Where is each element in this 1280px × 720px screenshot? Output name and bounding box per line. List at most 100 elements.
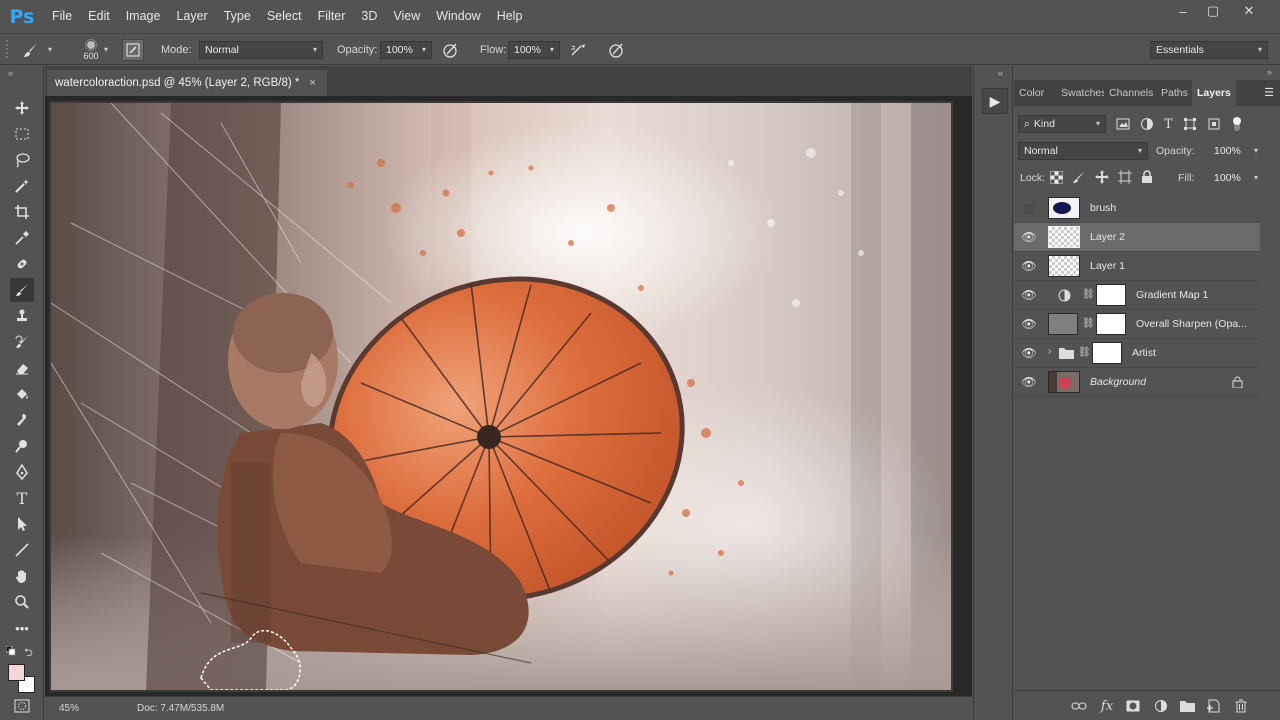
menu-help[interactable]: Help — [489, 0, 531, 33]
clone-stamp-tool-icon[interactable] — [10, 304, 34, 328]
zoom-level[interactable]: 45% — [59, 703, 119, 714]
document-info[interactable]: Doc: 7.47M/535.8M — [137, 703, 224, 714]
eye-icon[interactable]: 👁 — [1021, 317, 1037, 331]
crop-tool-icon[interactable] — [10, 200, 34, 224]
default-colors-icon[interactable] — [5, 645, 16, 656]
link-layers-icon[interactable] — [1070, 697, 1088, 715]
eraser-tool-icon[interactable] — [10, 356, 34, 380]
eye-icon[interactable]: 👁 — [1021, 346, 1037, 360]
layer-row-layer-1[interactable]: 👁 Layer 1 — [1014, 252, 1260, 281]
layer-name[interactable]: Layer 1 — [1090, 252, 1125, 281]
menu-window[interactable]: Window — [428, 0, 488, 33]
lock-position-icon[interactable] — [1095, 170, 1109, 184]
healing-brush-tool-icon[interactable] — [10, 252, 34, 276]
pixel-filter-icon[interactable] — [1116, 118, 1130, 130]
layer-name[interactable]: Layer 2 — [1090, 223, 1125, 252]
line-tool-icon[interactable] — [10, 538, 34, 562]
layer-row-artist-group[interactable]: 👁 › ⛓ Artist — [1014, 339, 1260, 368]
foreground-color-swatch[interactable] — [8, 664, 25, 681]
visibility-off-toggle[interactable] — [1024, 204, 1034, 214]
magic-wand-tool-icon[interactable] — [10, 174, 34, 198]
lock-all-icon[interactable] — [1141, 170, 1153, 184]
document-tab[interactable]: watercoloraction.psd @ 45% (Layer 2, RGB… — [47, 70, 327, 96]
brush-size-caret-icon[interactable]: ▾ — [104, 34, 108, 65]
adjustment-filter-icon[interactable] — [1140, 117, 1154, 131]
menu-view[interactable]: View — [385, 0, 428, 33]
layer-effects-icon[interactable]: fx — [1098, 697, 1116, 715]
layer-row-background[interactable]: 👁 Background — [1014, 368, 1260, 397]
mode-dropdown[interactable]: Normal ▾ — [199, 41, 323, 59]
menu-edit[interactable]: Edit — [80, 0, 118, 33]
collapse-panel-icon[interactable]: » — [1267, 67, 1272, 77]
layer-name[interactable]: Overall Sharpen (Opa... — [1136, 310, 1258, 339]
tab-paths[interactable]: Paths — [1156, 80, 1192, 106]
hand-tool-icon[interactable] — [10, 564, 34, 588]
layer-row-gradient-map-1[interactable]: 👁 ⛓ Gradient Map 1 — [1014, 281, 1260, 310]
tab-layers[interactable]: Layers — [1192, 80, 1236, 106]
tab-channels[interactable]: Channels — [1104, 80, 1156, 106]
airbrush-icon[interactable] — [568, 39, 590, 61]
layer-name[interactable]: Artist — [1132, 339, 1156, 368]
tab-color[interactable]: Color — [1014, 80, 1056, 106]
filter-kind-dropdown[interactable]: ⌕ Kind ▾ — [1018, 115, 1106, 133]
zoom-tool-icon[interactable] — [10, 590, 34, 614]
smart-object-filter-icon[interactable] — [1207, 117, 1221, 131]
opacity-field[interactable]: 100% ▾ — [380, 41, 432, 59]
lasso-tool-icon[interactable] — [10, 148, 34, 172]
blend-mode-dropdown[interactable]: Normal ▾ — [1018, 142, 1148, 160]
fill-field[interactable]: 100% ▾ — [1208, 169, 1264, 187]
menu-file[interactable]: File — [44, 0, 80, 33]
layer-name[interactable]: Gradient Map 1 — [1136, 281, 1208, 310]
brush-panel-toggle-icon[interactable] — [122, 39, 144, 61]
panel-menu-icon[interactable]: ☰ — [1264, 86, 1274, 99]
new-group-icon[interactable] — [1178, 697, 1196, 715]
collapse-dock-icon[interactable]: « — [998, 68, 1003, 78]
menu-3d[interactable]: 3D — [353, 0, 385, 33]
pen-tool-icon[interactable] — [10, 460, 34, 484]
photoshop-logo[interactable]: Ps — [0, 0, 44, 33]
chain-link-icon[interactable]: ⛓ — [1082, 289, 1095, 300]
chain-link-icon[interactable]: ⛓ — [1078, 347, 1091, 358]
brush-preset-caret-icon[interactable]: ▾ — [48, 34, 52, 65]
menu-image[interactable]: Image — [118, 0, 169, 33]
dodge-tool-icon[interactable] — [10, 434, 34, 458]
chain-link-icon[interactable]: ⛓ — [1082, 318, 1095, 329]
lock-transparent-icon[interactable] — [1050, 170, 1063, 184]
eye-icon[interactable]: 👁 — [1021, 288, 1037, 302]
layer-row-brush[interactable]: brush — [1014, 194, 1260, 223]
layer-row-overall-sharpen[interactable]: 👁 ⛓ Overall Sharpen (Opa... — [1014, 310, 1260, 339]
eye-icon[interactable]: 👁 — [1021, 230, 1037, 244]
eyedropper-tool-icon[interactable] — [10, 226, 34, 250]
layer-row-layer-2[interactable]: 👁 Layer 2 — [1014, 223, 1260, 252]
brush-size-preview[interactable]: 600 — [80, 34, 102, 65]
maximize-button[interactable]: ▢ — [1196, 0, 1230, 22]
document-canvas[interactable] — [49, 101, 953, 692]
menu-type[interactable]: Type — [216, 0, 259, 33]
pressure-opacity-icon[interactable] — [440, 39, 462, 61]
flow-field[interactable]: 100% ▾ — [508, 41, 560, 59]
new-layer-icon[interactable] — [1204, 697, 1222, 715]
eye-icon[interactable]: 👁 — [1021, 259, 1037, 273]
smudge-tool-icon[interactable] — [10, 408, 34, 432]
layer-opacity-field[interactable]: 100% ▾ — [1208, 142, 1264, 160]
brush-tool-icon[interactable] — [10, 278, 34, 302]
path-selection-tool-icon[interactable] — [10, 512, 34, 536]
close-tab-icon[interactable]: × — [309, 77, 315, 89]
new-adjustment-icon[interactable] — [1152, 697, 1170, 715]
lock-artboard-icon[interactable] — [1118, 170, 1132, 184]
eye-icon[interactable]: 👁 — [1021, 375, 1037, 389]
close-window-button[interactable]: ✕ — [1232, 0, 1266, 22]
collapse-toolbar-icon[interactable]: » — [8, 68, 13, 78]
more-tools-icon[interactable]: ••• — [10, 616, 34, 640]
expand-group-icon[interactable]: › — [1048, 346, 1051, 357]
lock-pixels-icon[interactable] — [1072, 170, 1086, 184]
brush-preset-icon[interactable] — [20, 39, 42, 61]
menu-layer[interactable]: Layer — [168, 0, 215, 33]
delete-layer-icon[interactable] — [1232, 697, 1250, 715]
pressure-size-icon[interactable] — [606, 39, 628, 61]
quick-mask-icon[interactable] — [12, 696, 32, 716]
filter-toggle-icon[interactable] — [1231, 116, 1243, 132]
menu-filter[interactable]: Filter — [310, 0, 354, 33]
layer-name[interactable]: Background — [1090, 368, 1146, 397]
swap-colors-icon[interactable]: ⮌ — [24, 644, 33, 663]
